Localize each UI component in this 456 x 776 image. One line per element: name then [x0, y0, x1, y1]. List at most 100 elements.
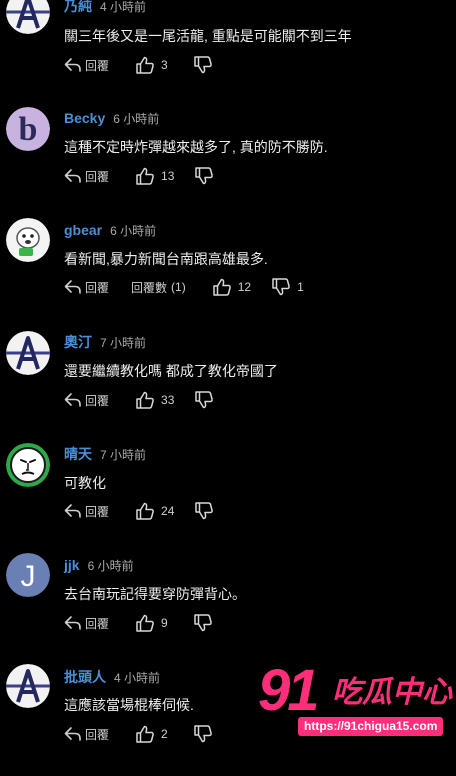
reply-button[interactable]: 回覆 — [64, 166, 109, 186]
timestamp: 6 小時前 — [110, 224, 157, 238]
site-watermark: 91 吃瓜中心 https://91chigua15.com — [258, 658, 452, 740]
like-count: 2 — [161, 727, 168, 741]
reply-label: 回覆 — [85, 280, 110, 295]
b-letter-icon: b — [6, 107, 50, 151]
reply-button[interactable]: 回覆 — [64, 390, 109, 410]
dislike-button[interactable] — [194, 390, 214, 410]
reply-button[interactable]: 回覆 — [64, 277, 109, 297]
comment-text: 還要繼續教化嗎 都成了教化帝國了 — [64, 363, 278, 379]
replies-label: 回覆數 — [131, 280, 168, 295]
like-button[interactable]: 12 — [212, 277, 251, 297]
like-button[interactable]: 24 — [135, 501, 174, 521]
avatar[interactable] — [6, 0, 50, 34]
comment-actions: 回覆 9 — [64, 613, 213, 633]
watermark-url: https://91chigua15.com — [298, 717, 444, 736]
username[interactable]: Becky — [64, 110, 105, 126]
reply-arrow-icon — [64, 392, 82, 408]
comment-actions: 回覆 2 — [64, 724, 213, 744]
avatar[interactable] — [6, 218, 50, 262]
username[interactable]: 批頭人 — [64, 669, 106, 685]
comment-text: 去台南玩記得要穿防彈背心。 — [64, 586, 246, 602]
j-letter-icon: J — [6, 553, 50, 597]
thumbs-up-icon — [135, 613, 155, 633]
reply-arrow-icon — [64, 279, 82, 295]
avatar[interactable]: J — [6, 553, 50, 597]
svg-text:b: b — [19, 111, 38, 148]
reply-arrow-icon — [64, 503, 82, 519]
reply-arrow-icon — [64, 168, 82, 184]
reply-label: 回覆 — [85, 393, 110, 408]
thumbs-up-icon — [135, 724, 155, 744]
comment-text: 關三年後又是一尾活龍, 重點是可能關不到三年 — [64, 28, 352, 44]
comment-text: 看新聞,暴力新聞台南跟高雄最多. — [64, 251, 268, 267]
like-count: 3 — [161, 58, 168, 72]
comment-actions: 回覆 24 — [64, 501, 214, 521]
reply-arrow-icon — [64, 726, 82, 742]
username[interactable]: 乃純 — [64, 0, 92, 14]
cartoon-dog-icon — [6, 218, 50, 262]
like-button[interactable]: 2 — [135, 724, 173, 744]
avatar[interactable]: b — [6, 107, 50, 151]
like-button[interactable]: 9 — [135, 613, 173, 633]
thumbs-down-icon — [193, 613, 213, 633]
like-count: 9 — [161, 616, 168, 630]
thumbs-down-icon — [193, 724, 213, 744]
like-count: 12 — [237, 280, 252, 294]
dislike-button[interactable] — [193, 55, 213, 75]
dislike-button[interactable]: 1 — [271, 277, 304, 297]
comment-text: 可教化 — [64, 475, 106, 491]
like-count: 13 — [161, 169, 175, 183]
a-icon — [6, 331, 50, 375]
comment-actions: 回覆 13 — [64, 166, 214, 186]
reply-label: 回覆 — [85, 727, 110, 742]
dislike-button[interactable] — [193, 724, 213, 744]
comment-item: J jjk 6 小時前 去台南玩記得要穿防彈背心。 回覆 9 — [0, 553, 456, 665]
like-button[interactable]: 33 — [135, 390, 174, 410]
thumbs-up-icon — [212, 277, 232, 297]
username[interactable]: gbear — [64, 222, 102, 238]
svg-text:J: J — [21, 560, 36, 593]
reply-button[interactable]: 回覆 — [64, 724, 109, 744]
username[interactable]: 奧汀 — [64, 334, 92, 350]
timestamp: 7 小時前 — [100, 448, 147, 462]
watermark-name: 吃瓜中心 — [332, 676, 452, 709]
timestamp: 6 小時前 — [87, 559, 134, 573]
like-button[interactable]: 13 — [135, 166, 174, 186]
watermark-number: 91 — [258, 658, 319, 723]
reply-label: 回覆 — [85, 58, 110, 73]
replies-count: (1) — [171, 280, 186, 294]
comment-item: b Becky 6 小時前 這種不定時炸彈越來越多了, 真的防不勝防. 回覆 13 — [0, 107, 456, 219]
reply-label: 回覆 — [85, 169, 110, 184]
comment-actions: 回覆 33 — [64, 390, 214, 410]
comment-text: 這種不定時炸彈越來越多了, 真的防不勝防. — [64, 139, 328, 155]
like-button[interactable]: 3 — [135, 55, 173, 75]
reply-arrow-icon — [64, 615, 82, 631]
avatar[interactable] — [6, 331, 50, 375]
a-icon — [6, 0, 50, 34]
thumbs-up-icon — [135, 501, 155, 521]
username[interactable]: 晴天 — [64, 446, 92, 462]
avatar[interactable] — [6, 443, 50, 487]
dislike-button[interactable] — [194, 166, 214, 186]
dislike-button[interactable] — [194, 501, 214, 521]
dislike-button[interactable] — [193, 613, 213, 633]
comment-actions: 回覆 回覆數 (1) 12 1 — [64, 277, 304, 297]
comment-text: 這應該當場棍棒伺候. — [64, 697, 194, 713]
avatar[interactable] — [6, 664, 50, 708]
thumbs-down-icon — [193, 55, 213, 75]
comment-actions: 回覆 3 — [64, 55, 213, 75]
a-icon — [6, 664, 50, 708]
reply-button[interactable]: 回覆 — [64, 55, 109, 75]
comment-item: 奧汀 7 小時前 還要繼續教化嗎 都成了教化帝國了 回覆 33 — [0, 331, 456, 443]
thumbs-up-icon — [135, 55, 155, 75]
dislike-count: 1 — [297, 280, 304, 294]
reply-arrow-icon — [64, 57, 82, 73]
reply-label: 回覆 — [85, 616, 110, 631]
replies-count-button[interactable]: 回覆數 (1) — [131, 277, 186, 297]
thumbs-up-icon — [135, 166, 155, 186]
username[interactable]: jjk — [64, 557, 80, 573]
timestamp: 6 小時前 — [113, 112, 160, 126]
reply-button[interactable]: 回覆 — [64, 613, 109, 633]
reply-button[interactable]: 回覆 — [64, 501, 109, 521]
timestamp: 4 小時前 — [100, 0, 147, 14]
